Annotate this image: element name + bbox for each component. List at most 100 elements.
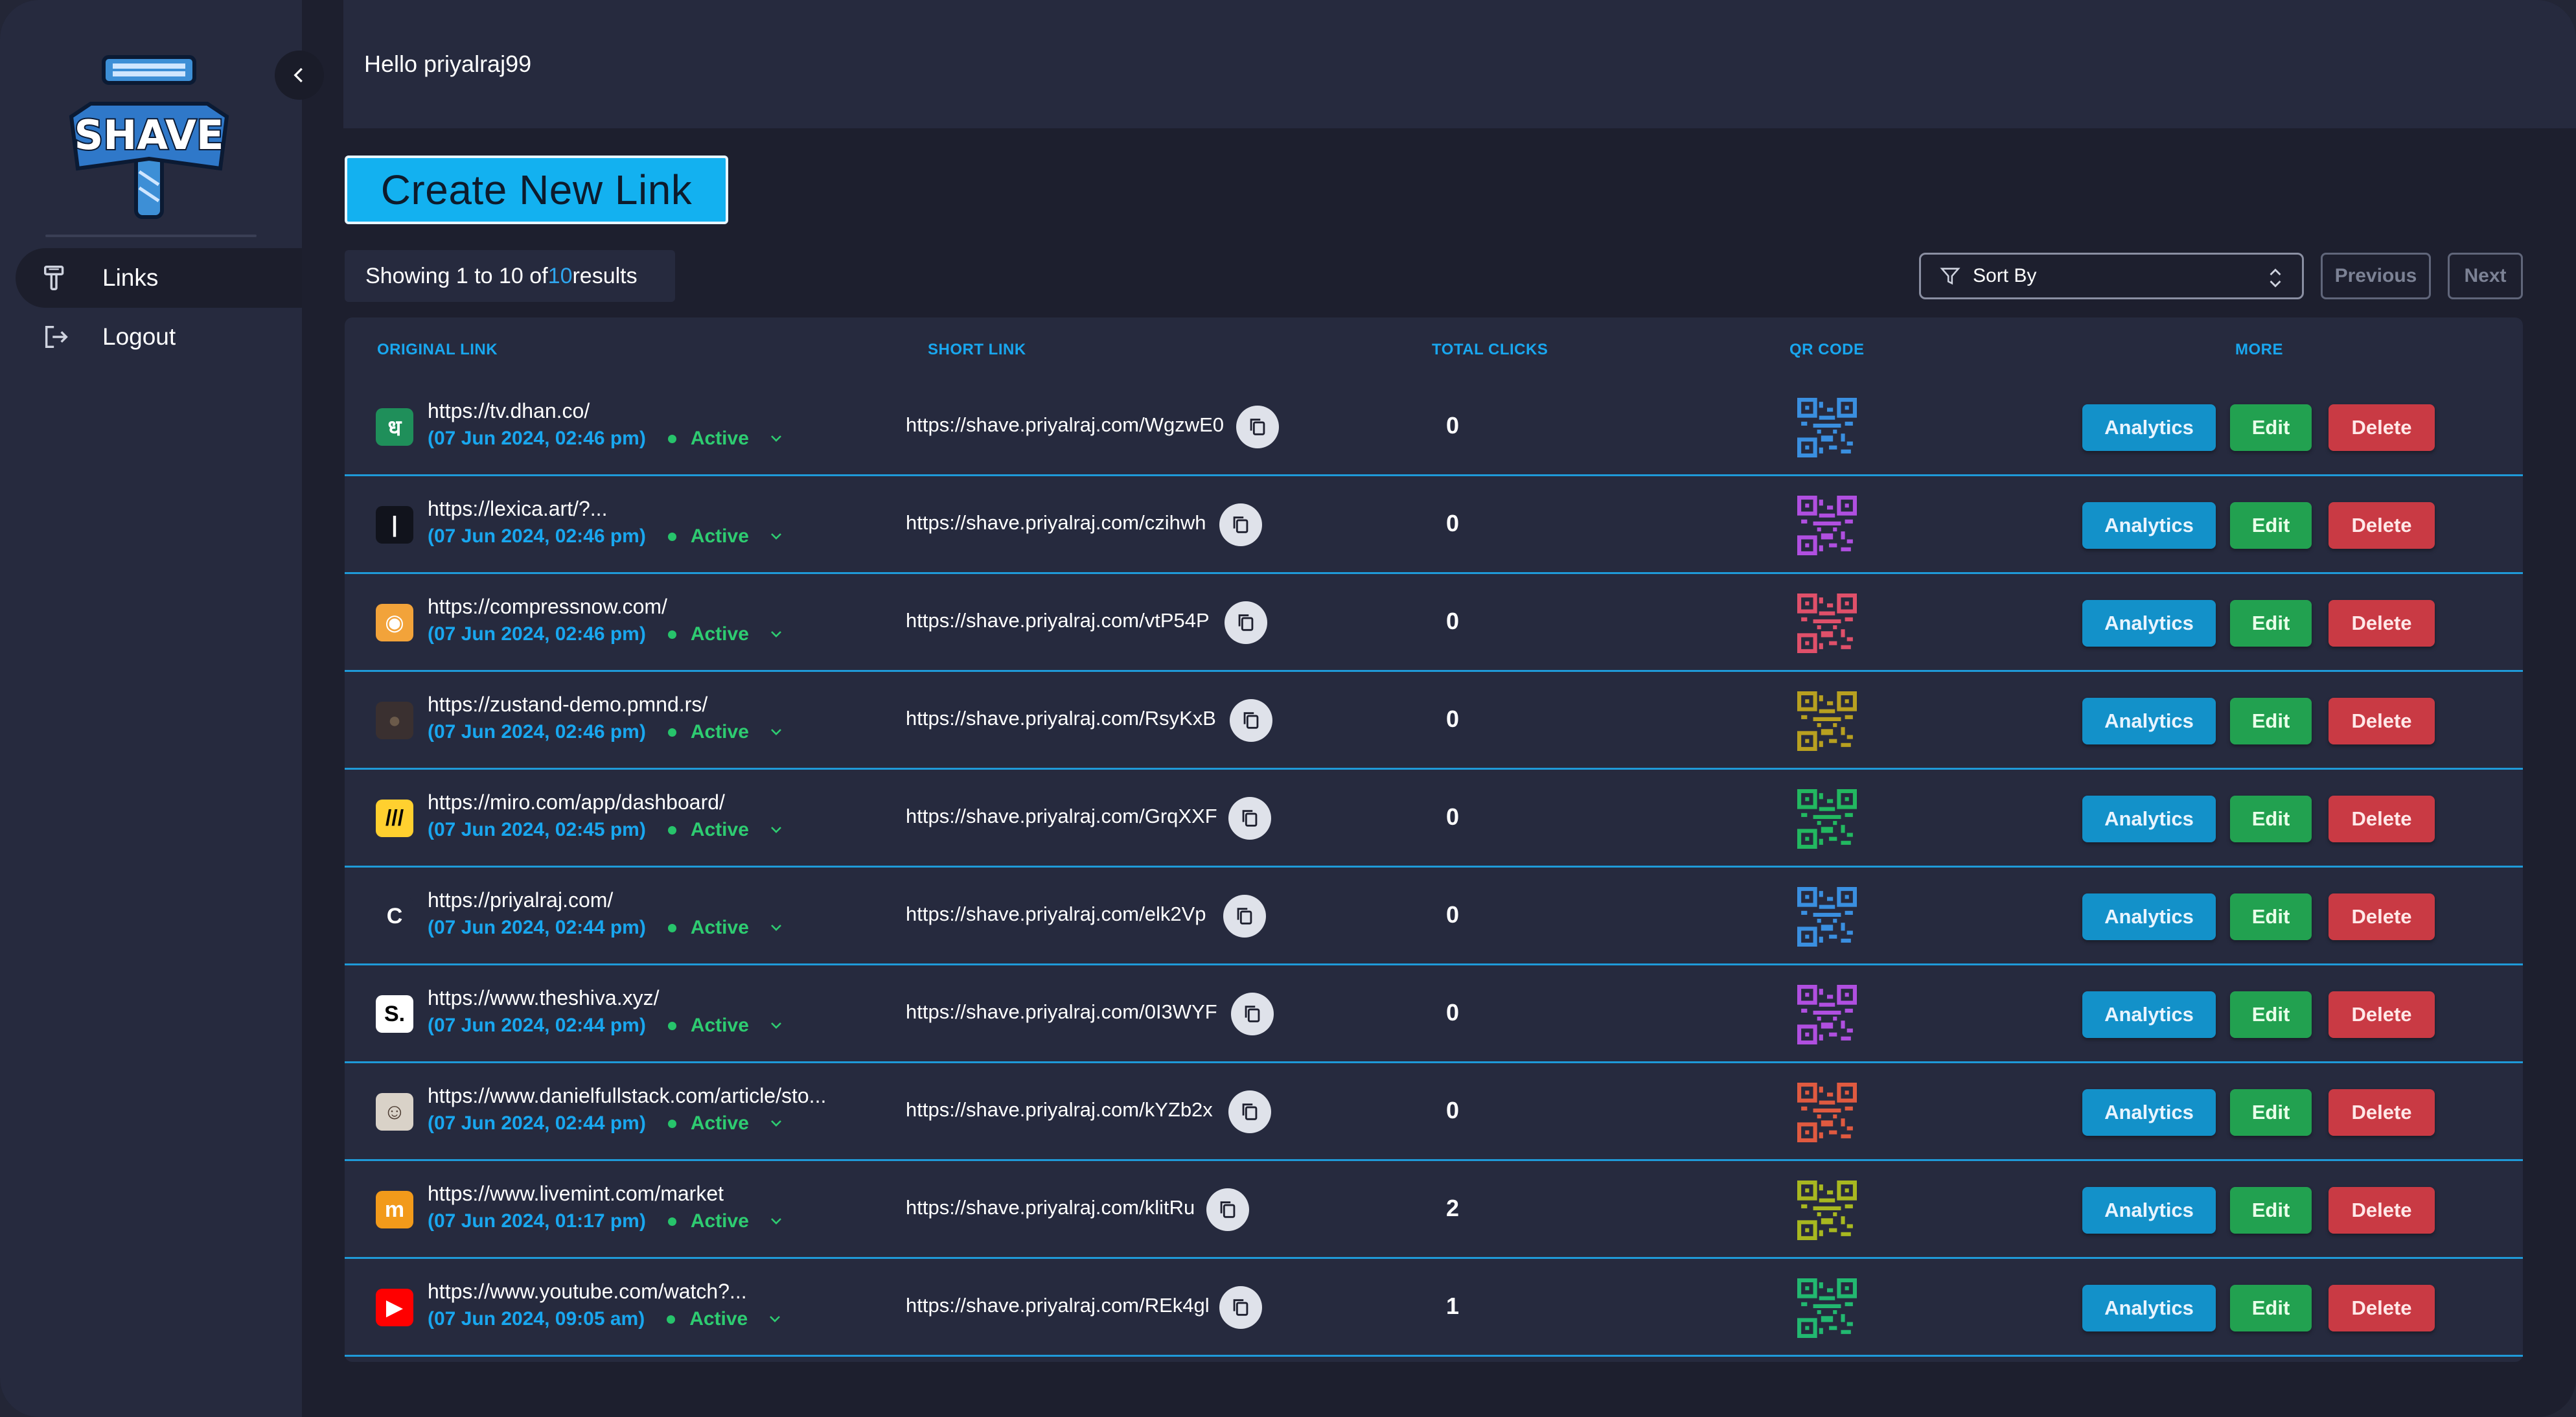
- sidebar-item-logout[interactable]: Logout: [16, 307, 302, 367]
- analytics-button[interactable]: Analytics: [2082, 1187, 2216, 1234]
- status-badge: Active: [690, 1015, 749, 1036]
- copy-button[interactable]: [1225, 601, 1267, 644]
- original-link[interactable]: https://compressnow.com/: [428, 595, 667, 619]
- table-row: ▶ https://www.youtube.com/watch?... (07 …: [345, 1259, 2523, 1357]
- copy-button[interactable]: [1219, 503, 1262, 546]
- original-link[interactable]: https://miro.com/app/dashboard/: [428, 790, 725, 814]
- analytics-button[interactable]: Analytics: [2082, 1089, 2216, 1136]
- short-link[interactable]: https://shave.priyalraj.com/vtP54P: [906, 609, 1210, 632]
- edit-button[interactable]: Edit: [2230, 698, 2312, 744]
- original-link[interactable]: https://www.theshiva.xyz/: [428, 986, 659, 1010]
- copy-button[interactable]: [1219, 1286, 1262, 1329]
- table-row: m https://www.livemint.com/market (07 Ju…: [345, 1161, 2523, 1259]
- chevron-down-icon[interactable]: [768, 920, 784, 936]
- edit-button[interactable]: Edit: [2230, 1089, 2312, 1136]
- table-row: ◉ https://compressnow.com/ (07 Jun 2024,…: [345, 574, 2523, 672]
- delete-button[interactable]: Delete: [2329, 698, 2435, 744]
- original-link[interactable]: https://zustand-demo.pmnd.rs/: [428, 693, 707, 717]
- original-link[interactable]: https://priyalraj.com/: [428, 888, 613, 912]
- sort-by-select[interactable]: Sort By: [1919, 253, 2304, 299]
- create-new-link-button[interactable]: Create New Link: [345, 156, 728, 224]
- link-meta: (07 Jun 2024, 02:44 pm) Active: [428, 917, 784, 939]
- qr-code-icon[interactable]: [1797, 496, 1857, 555]
- edit-button[interactable]: Edit: [2230, 502, 2312, 549]
- next-page-button[interactable]: Next: [2448, 253, 2523, 299]
- qr-code-icon[interactable]: [1797, 1278, 1857, 1338]
- original-link[interactable]: https://www.livemint.com/market: [428, 1182, 724, 1206]
- original-link[interactable]: https://tv.dhan.co/: [428, 399, 590, 423]
- delete-button[interactable]: Delete: [2329, 796, 2435, 842]
- edit-button[interactable]: Edit: [2230, 600, 2312, 647]
- original-link[interactable]: https://www.youtube.com/watch?...: [428, 1280, 747, 1304]
- chevron-down-icon[interactable]: [768, 1018, 784, 1033]
- delete-button[interactable]: Delete: [2329, 1089, 2435, 1136]
- qr-code-icon[interactable]: [1797, 789, 1857, 849]
- qr-code-icon[interactable]: [1797, 887, 1857, 947]
- copy-button[interactable]: [1230, 699, 1272, 742]
- analytics-button[interactable]: Analytics: [2082, 600, 2216, 647]
- chevron-down-icon[interactable]: [768, 1116, 784, 1131]
- short-link[interactable]: https://shave.priyalraj.com/czihwh: [906, 511, 1206, 535]
- copy-button[interactable]: [1206, 1188, 1249, 1231]
- short-link[interactable]: https://shave.priyalraj.com/WgzwE0: [906, 413, 1224, 437]
- original-link[interactable]: https://lexica.art/?...: [428, 497, 607, 521]
- edit-button[interactable]: Edit: [2230, 1285, 2312, 1331]
- copy-button[interactable]: [1236, 406, 1279, 448]
- chevron-down-icon[interactable]: [768, 1214, 784, 1229]
- edit-button[interactable]: Edit: [2230, 796, 2312, 842]
- copy-button[interactable]: [1228, 797, 1271, 840]
- analytics-button[interactable]: Analytics: [2082, 991, 2216, 1038]
- chevron-down-icon[interactable]: [768, 627, 784, 642]
- qr-code-icon[interactable]: [1797, 593, 1857, 653]
- delete-button[interactable]: Delete: [2329, 404, 2435, 451]
- status-dot: [667, 1021, 676, 1030]
- qr-code-icon[interactable]: [1797, 985, 1857, 1044]
- analytics-button[interactable]: Analytics: [2082, 1285, 2216, 1331]
- status-badge: Active: [690, 721, 749, 743]
- sidebar-item-links[interactable]: Links: [16, 248, 302, 308]
- short-link[interactable]: https://shave.priyalraj.com/klitRu: [906, 1196, 1195, 1219]
- edit-button[interactable]: Edit: [2230, 1187, 2312, 1234]
- edit-button[interactable]: Edit: [2230, 991, 2312, 1038]
- delete-button[interactable]: Delete: [2329, 893, 2435, 940]
- analytics-button[interactable]: Analytics: [2082, 502, 2216, 549]
- delete-button[interactable]: Delete: [2329, 1285, 2435, 1331]
- analytics-button[interactable]: Analytics: [2082, 404, 2216, 451]
- qr-code-icon[interactable]: [1797, 1083, 1857, 1142]
- copy-button[interactable]: [1228, 1090, 1271, 1133]
- analytics-button[interactable]: Analytics: [2082, 698, 2216, 744]
- copy-icon: [1233, 1299, 1248, 1316]
- edit-button[interactable]: Edit: [2230, 893, 2312, 940]
- original-link[interactable]: https://www.danielfullstack.com/article/…: [428, 1084, 826, 1108]
- chevron-down-icon[interactable]: [768, 529, 784, 544]
- chevron-updown-icon: [2270, 268, 2281, 288]
- qr-code-icon[interactable]: [1797, 691, 1857, 751]
- qr-code-icon[interactable]: [1797, 1181, 1857, 1240]
- edit-button[interactable]: Edit: [2230, 404, 2312, 451]
- created-date: (07 Jun 2024, 01:17 pm): [428, 1210, 646, 1232]
- delete-button[interactable]: Delete: [2329, 1187, 2435, 1234]
- chevron-down-icon[interactable]: [768, 724, 784, 740]
- copy-button[interactable]: [1231, 993, 1274, 1035]
- delete-button[interactable]: Delete: [2329, 600, 2435, 647]
- short-link[interactable]: https://shave.priyalraj.com/REk4gl: [906, 1294, 1210, 1317]
- short-link[interactable]: https://shave.priyalraj.com/0I3WYF: [906, 1000, 1217, 1024]
- chevron-down-icon[interactable]: [768, 822, 784, 838]
- site-favicon: |: [376, 506, 413, 544]
- short-link[interactable]: https://shave.priyalraj.com/GrqXXF: [906, 805, 1217, 828]
- created-date: (07 Jun 2024, 02:46 pm): [428, 525, 646, 547]
- short-link[interactable]: https://shave.priyalraj.com/RsyKxB: [906, 707, 1216, 730]
- collapse-sidebar-button[interactable]: [275, 51, 324, 100]
- previous-page-button[interactable]: Previous: [2321, 253, 2431, 299]
- delete-button[interactable]: Delete: [2329, 502, 2435, 549]
- created-date: (07 Jun 2024, 02:44 pm): [428, 1015, 646, 1036]
- chevron-down-icon[interactable]: [768, 431, 784, 446]
- delete-button[interactable]: Delete: [2329, 991, 2435, 1038]
- qr-code-icon[interactable]: [1797, 398, 1857, 457]
- analytics-button[interactable]: Analytics: [2082, 893, 2216, 940]
- analytics-button[interactable]: Analytics: [2082, 796, 2216, 842]
- chevron-down-icon[interactable]: [767, 1311, 783, 1327]
- short-link[interactable]: https://shave.priyalraj.com/elk2Vp: [906, 903, 1206, 926]
- copy-button[interactable]: [1223, 895, 1266, 938]
- short-link[interactable]: https://shave.priyalraj.com/kYZb2x: [906, 1098, 1213, 1122]
